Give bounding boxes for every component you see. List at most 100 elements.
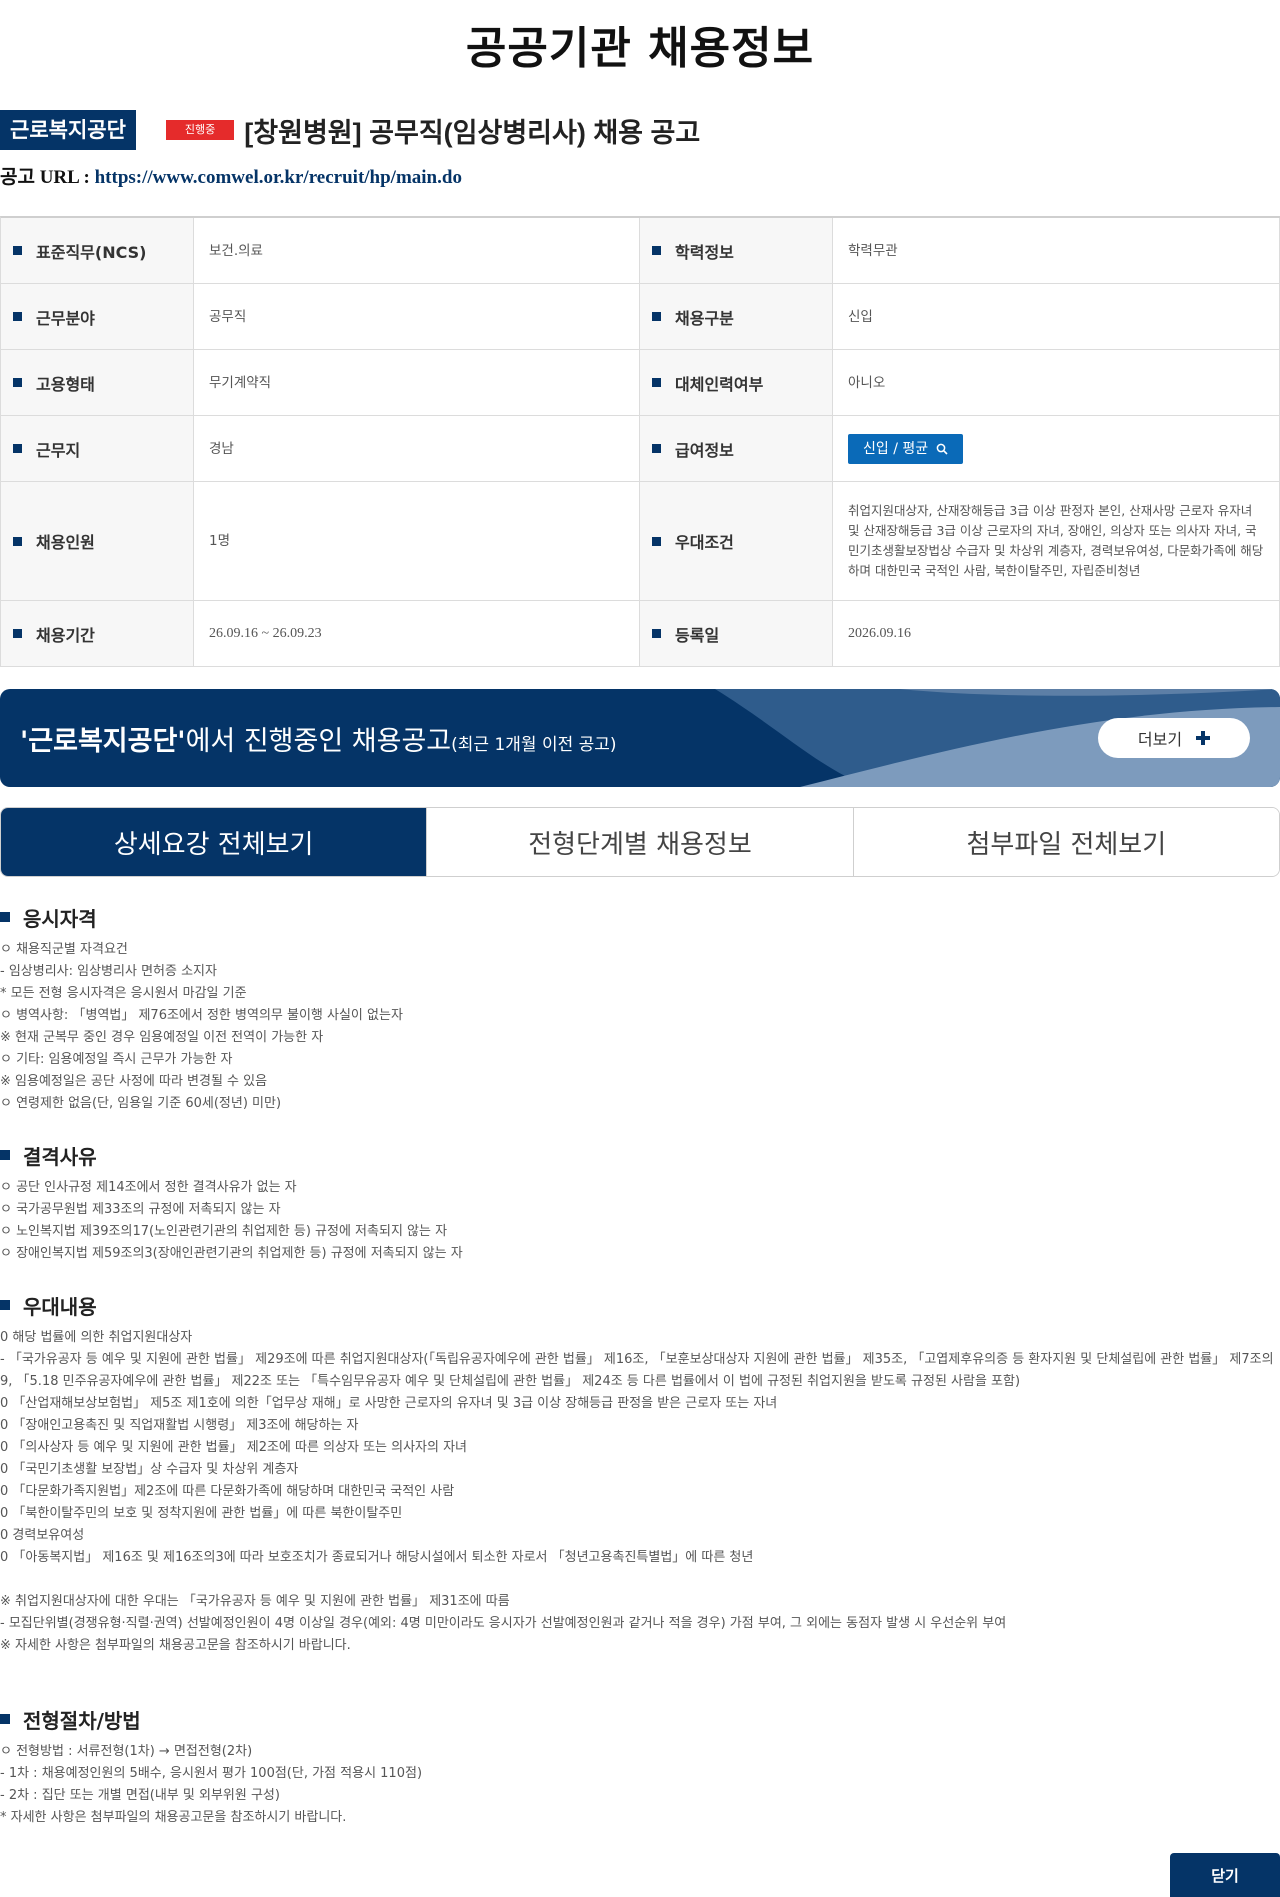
bullet-square-icon: [13, 312, 22, 321]
section-line: 0 「북한이탈주민의 보호 및 정착지원에 관한 법률」에 따른 북한이탈주민: [0, 1506, 403, 1521]
section-line: 0 해당 법률에 의한 취업지원대상자: [0, 1330, 193, 1345]
bullet-square-icon: [0, 1714, 10, 1724]
section-line: 0 「산업재해보상보험법」 제5조 제1호에 의한「업무상 재해」로 사망한 근…: [0, 1396, 778, 1411]
section-line: ※ 취업지원대상자에 대한 우대는 「국가유공자 등 예우 및 지원에 관한 법…: [0, 1594, 510, 1609]
info-label: 학력정보: [640, 218, 833, 283]
tab-detail-all[interactable]: 상세요강 전체보기: [1, 808, 427, 876]
more-button[interactable]: 더보기: [1098, 718, 1250, 758]
section-line: 0 「장애인고용촉진 및 직업재활법 시행령」 제3조에 해당하는 자: [0, 1418, 359, 1433]
section-lines: ㅇ 공단 인사규정 제14조에서 정한 결격사유가 없는 자 ㅇ 국가공무원법 제…: [0, 1177, 1280, 1265]
bullet-square-icon: [13, 629, 22, 638]
tab-stage-info[interactable]: 전형단계별 채용정보: [426, 808, 853, 876]
bullet-square-icon: [652, 246, 661, 255]
bullet-square-icon: [13, 444, 22, 453]
section-line: - 임상병리사: 임상병리사 면허증 소지자: [0, 964, 217, 979]
section-preference: 우대내용 0 해당 법률에 의한 취업지원대상자 - 「국가유공자 등 예우 및 …: [0, 1292, 1280, 1657]
org-badge: 근로복지공단: [0, 110, 136, 150]
info-label: 대체인력여부: [640, 350, 833, 415]
bullet-square-icon: [13, 246, 22, 255]
info-row: 표준직무(NCS) 보건.의료 학력정보 학력무관: [1, 218, 1280, 284]
section-line: - 2차 : 집단 또는 개별 면접(내부 및 외부위원 구성): [0, 1788, 280, 1803]
section-line: 0 경력보유여성: [0, 1528, 85, 1543]
section-procedure: 전형절차/방법 ㅇ 전형방법 : 서류전형(1차) → 면접전형(2차) - 1차…: [0, 1706, 1280, 1829]
section-disqualification: 결격사유 ㅇ 공단 인사규정 제14조에서 정한 결격사유가 없는 자 ㅇ 국가공…: [0, 1142, 1280, 1265]
section-line: * 모든 전형 응시자격은 응시원서 마감일 기준: [0, 986, 247, 1001]
info-row: 채용기간 26.09.16 ~ 26.09.23 등록일 2026.09.16: [1, 601, 1280, 667]
info-row: 근무지 경남 급여정보 신입 / 평균: [1, 416, 1280, 482]
section-heading: 전형절차/방법: [0, 1706, 1280, 1733]
info-label: 우대조건: [640, 482, 833, 600]
info-value: 아니오: [833, 350, 1280, 415]
info-row: 고용형태 무기계약직 대체인력여부 아니오: [1, 350, 1280, 416]
info-value: 신입 / 평균: [833, 416, 1280, 481]
info-label: 표준직무(NCS): [1, 218, 194, 283]
bullet-square-icon: [652, 629, 661, 638]
section-line: [0, 1569, 1280, 1591]
section-line: - 「국가유공자 등 예우 및 지원에 관한 법률」 제29조에 따른 취업지원…: [0, 1352, 1274, 1389]
tab-attachments[interactable]: 첨부파일 전체보기: [852, 808, 1279, 876]
info-label: 등록일: [640, 601, 833, 666]
section-heading: 우대내용: [0, 1292, 1280, 1319]
section-line: - 1차 : 채용예정인원의 5배수, 응시원서 평가 100점(단, 가점 적…: [0, 1766, 423, 1781]
url-row: 공고 URL : https://www.comwel.or.kr/recrui…: [0, 162, 462, 189]
job-header: 근로복지공단 진행중 [창원병원] 공무직(임상병리사) 채용 공고: [0, 110, 700, 150]
section-heading: 응시자격: [0, 904, 1280, 931]
info-label: 급여정보: [640, 416, 833, 481]
section-heading: 결격사유: [0, 1142, 1280, 1169]
section-line: - 모집단위별(경쟁유형·직렬·권역) 선발예정인원이 4명 이상일 경우(예외…: [0, 1616, 1007, 1631]
close-button[interactable]: 닫기: [1170, 1853, 1280, 1897]
section-line: ㅇ 국가공무원법 제33조의 규정에 저촉되지 않는 자: [0, 1202, 281, 1217]
info-value: 2026.09.16: [833, 601, 1280, 666]
section-line: 0 「국민기초생활 보장법」상 수급자 및 차상위 계층자: [0, 1462, 299, 1477]
section-line: * 자세한 사항은 첨부파일의 채용공고문을 참조하시기 바랍니다.: [0, 1810, 347, 1825]
section-line: ㅇ 장애인복지법 제59조의3(장애인관련기관의 취업제한 등) 규정에 저촉되…: [0, 1246, 463, 1261]
bullet-square-icon: [652, 444, 661, 453]
section-line: ㅇ 노인복지법 제39조의17(노인관련기관의 취업제한 등) 규정에 저촉되지…: [0, 1224, 448, 1239]
search-icon: [936, 443, 948, 455]
section-line: 0 「다문화가족지원법」제2조에 따른 다문화가족에 해당하며 대한민국 국적인…: [0, 1484, 455, 1499]
info-value: 보건.의료: [194, 218, 640, 283]
info-value: 1명: [194, 482, 640, 600]
section-lines: 0 해당 법률에 의한 취업지원대상자 - 「국가유공자 등 예우 및 지원에 관…: [0, 1327, 1280, 1657]
detail-tabs: 상세요강 전체보기 전형단계별 채용정보 첨부파일 전체보기: [0, 807, 1280, 877]
page-title: 공공기관 채용정보: [465, 23, 815, 74]
bullet-square-icon: [652, 378, 661, 387]
section-line: ㅇ 전형방법 : 서류전형(1차) → 면접전형(2차): [0, 1744, 253, 1759]
info-value: 26.09.16 ~ 26.09.23: [194, 601, 640, 666]
bullet-square-icon: [0, 1300, 10, 1310]
section-line: ㅇ 공단 인사규정 제14조에서 정한 결격사유가 없는 자: [0, 1180, 297, 1195]
info-table: 표준직무(NCS) 보건.의료 학력정보 학력무관 근무분야 공무직 채용구분 …: [0, 216, 1280, 667]
info-row: 근무분야 공무직 채용구분 신입: [1, 284, 1280, 350]
bullet-square-icon: [652, 536, 661, 546]
bullet-square-icon: [13, 536, 22, 546]
url-label: 공고 URL :: [0, 167, 95, 188]
section-line: ㅇ 채용직군별 자격요건: [0, 942, 128, 957]
ongoing-recruit-banner: '근로복지공단'에서 진행중인 채용공고(최근 1개월 이전 공고) 더보기: [0, 689, 1280, 787]
info-value: 학력무관: [833, 218, 1280, 283]
section-line: ㅇ 연령제한 없음(단, 임용일 기준 60세(정년) 미만): [0, 1096, 282, 1111]
info-value: 경남: [194, 416, 640, 481]
bullet-square-icon: [13, 378, 22, 387]
section-line: ㅇ 병역사항: 「병역법」 제76조에서 정한 병역의무 불이행 사실이 없는자: [0, 1008, 403, 1023]
recruit-url-link[interactable]: https://www.comwel.or.kr/recruit/hp/main…: [95, 167, 462, 188]
info-label: 근무지: [1, 416, 194, 481]
section-line: 0 「아동복지법」 제16조 및 제16조의3에 따라 보호조치가 종료되거나 …: [0, 1550, 754, 1565]
status-badge: 진행중: [165, 120, 235, 140]
section-line: ※ 현재 군복무 중인 경우 임용예정일 이전 전역이 가능한 자: [0, 1030, 324, 1045]
info-label: 채용인원: [1, 482, 194, 600]
banner-text: '근로복지공단'에서 진행중인 채용공고(최근 1개월 이전 공고): [20, 726, 617, 757]
section-qualification: 응시자격 ㅇ 채용직군별 자격요건 - 임상병리사: 임상병리사 면허증 소지자 *…: [0, 904, 1280, 1115]
salary-info-button[interactable]: 신입 / 평균: [848, 433, 964, 464]
bullet-square-icon: [0, 1150, 10, 1160]
section-lines: ㅇ 채용직군별 자격요건 - 임상병리사: 임상병리사 면허증 소지자 * 모든 전…: [0, 939, 1280, 1115]
info-value: 공무직: [194, 284, 640, 349]
info-label: 고용형태: [1, 350, 194, 415]
plus-icon: [1196, 731, 1211, 745]
section-lines: ㅇ 전형방법 : 서류전형(1차) → 면접전형(2차) - 1차 : 채용예정인…: [0, 1741, 1280, 1829]
section-line: ※ 자세한 사항은 첨부파일의 채용공고문을 참조하시기 바랍니다.: [0, 1638, 351, 1653]
info-label: 근무분야: [1, 284, 194, 349]
info-row: 채용인원 1명 우대조건 취업지원대상자, 산재장해등급 3급 이상 판정자 본…: [1, 482, 1280, 601]
info-value: 무기계약직: [194, 350, 640, 415]
section-line: ※ 임용예정일은 공단 사정에 따라 변경될 수 있음: [0, 1074, 268, 1089]
bullet-square-icon: [652, 312, 661, 321]
